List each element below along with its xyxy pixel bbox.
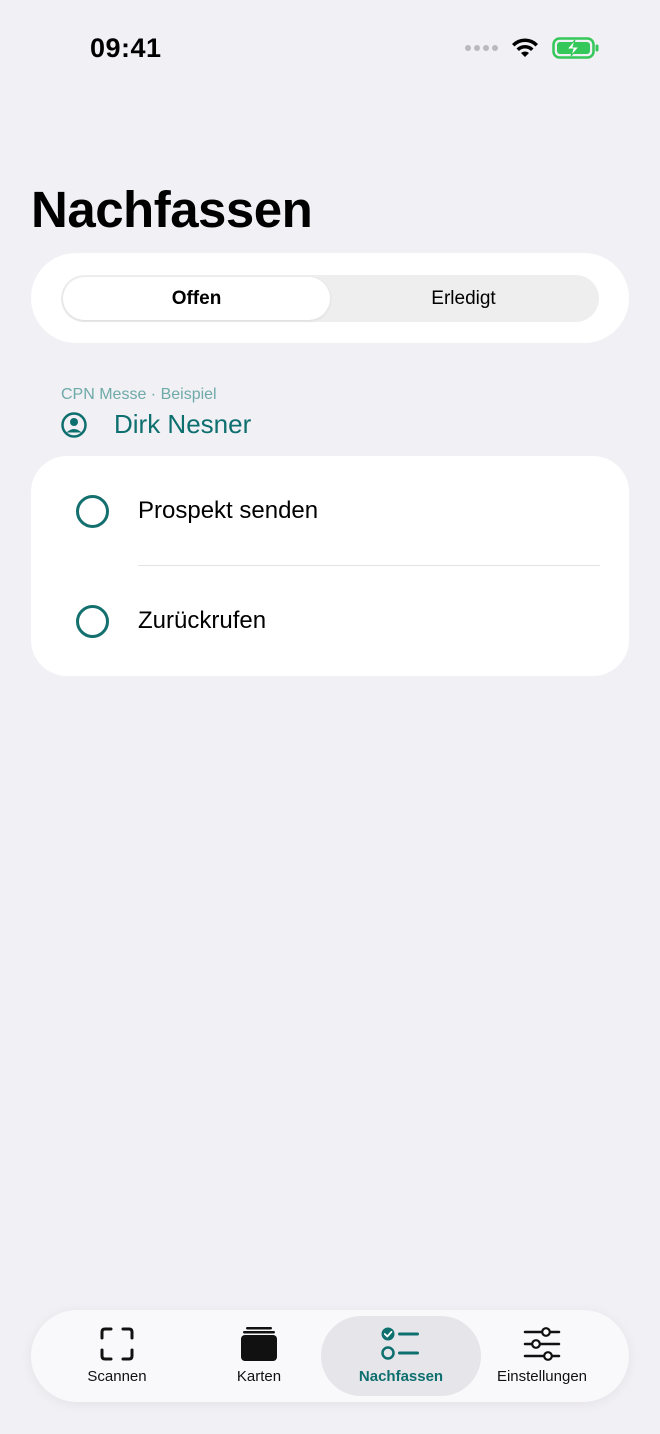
scan-viewfinder-icon xyxy=(100,1327,134,1361)
task-row[interactable]: Zurückrufen xyxy=(31,566,629,676)
status-icons xyxy=(465,36,600,60)
tab-followup-label: Nachfassen xyxy=(358,1368,444,1385)
tab-bar: Scannen Karten Nachfassen Einstellungen xyxy=(31,1310,629,1402)
task-label: Prospekt senden xyxy=(138,497,319,524)
tab-cards[interactable]: Karten xyxy=(189,1316,329,1396)
person-circle-icon xyxy=(61,411,87,438)
sliders-icon xyxy=(523,1327,561,1361)
tab-scan[interactable]: Scannen xyxy=(47,1316,187,1396)
contact-name[interactable]: Dirk Nesner xyxy=(114,409,251,440)
tasks-list: Prospekt senden Zurückrufen xyxy=(31,456,629,676)
cellular-signal-icon xyxy=(465,45,498,51)
task-checkbox[interactable] xyxy=(76,494,109,528)
tab-settings[interactable]: Einstellungen xyxy=(474,1316,610,1396)
tab-cards-label: Karten xyxy=(236,1368,282,1385)
tab-scan-label: Scannen xyxy=(87,1368,147,1385)
tab-settings-label: Einstellungen xyxy=(496,1368,588,1385)
screen: 09:41 Nachfassen Offen Erledigt CPN Mess… xyxy=(0,0,660,1434)
cards-stack-icon xyxy=(241,1327,277,1361)
task-label: Zurückrufen xyxy=(138,607,267,634)
tab-followup[interactable]: Nachfassen xyxy=(321,1316,481,1396)
contact-header[interactable]: Dirk Nesner xyxy=(60,409,251,440)
task-checkbox[interactable] xyxy=(76,604,109,638)
segment-card: Offen Erledigt xyxy=(31,253,629,343)
wifi-icon xyxy=(512,38,538,57)
contact-event: CPN Messe · Beispiel xyxy=(61,386,217,403)
checklist-icon xyxy=(381,1327,419,1360)
task-row[interactable]: Prospekt senden xyxy=(31,456,629,566)
battery-charging-icon xyxy=(552,37,599,59)
page-title: Nachfassen xyxy=(31,181,313,238)
segment-open[interactable]: Offen xyxy=(63,277,330,320)
status-segmented-control: Offen Erledigt xyxy=(61,275,599,322)
segment-done[interactable]: Erledigt xyxy=(330,277,597,320)
status-time: 09:41 xyxy=(90,33,162,63)
